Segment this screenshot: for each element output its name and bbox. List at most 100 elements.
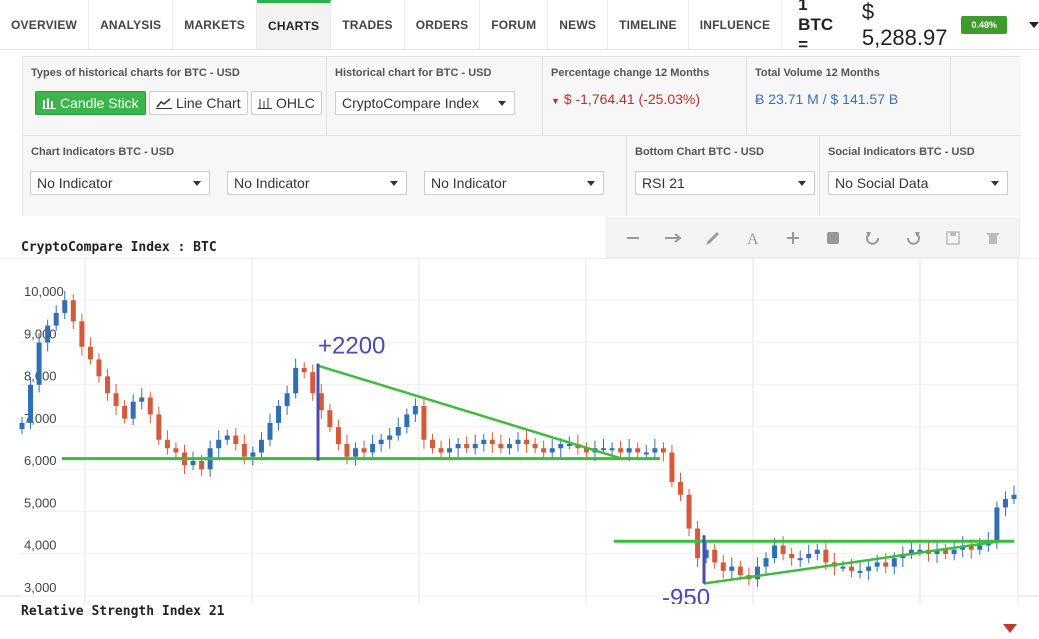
candle-body — [772, 545, 778, 559]
tab-charts[interactable]: CHARTS — [256, 0, 332, 49]
candle-body — [686, 494, 692, 529]
candle-body — [62, 300, 68, 313]
candle-body — [353, 448, 359, 457]
candle-body — [737, 566, 743, 576]
historical-chart-value: CryptoCompare Index — [342, 95, 479, 111]
candle-body — [199, 460, 205, 470]
social-indicators-title: Social Indicators BTC - USD — [828, 146, 975, 158]
candle-body — [866, 566, 872, 571]
y-tick-label: 3,000 — [24, 580, 57, 595]
candle-body — [224, 435, 230, 440]
tab-forum[interactable]: FORUM — [480, 0, 549, 49]
candle-body — [301, 367, 307, 373]
trash-icon[interactable] — [982, 227, 1004, 249]
candle-body — [156, 414, 162, 440]
pencil-icon[interactable] — [702, 227, 724, 249]
ohlc-button[interactable]: OHLC — [251, 91, 322, 115]
tab-overview[interactable]: OVERVIEW — [0, 0, 90, 49]
undo-icon[interactable] — [862, 227, 884, 249]
total-volume-title: Total Volume 12 Months — [755, 67, 880, 79]
chevron-down-icon — [991, 181, 999, 186]
percentage-change-value: ▼ $ -1,764.41 (-25.03%) — [551, 91, 700, 107]
tab-timeline[interactable]: TIMELINE — [608, 0, 689, 49]
collapse-icon[interactable] — [1003, 624, 1017, 633]
candle-body — [464, 444, 470, 449]
tab-news[interactable]: NEWS — [548, 0, 609, 49]
candle-body — [797, 558, 803, 561]
price-chart[interactable]: 10,0009,0008,0007,0006,0005,0004,0003,00… — [0, 258, 1039, 604]
ticker-label: 1 BTC = — [798, 0, 834, 54]
y-tick-label: 4,000 — [24, 538, 57, 553]
candle-body — [814, 549, 820, 554]
candle-body — [113, 393, 119, 406]
candle-body — [789, 553, 795, 559]
text-icon[interactable]: A — [742, 227, 764, 249]
indicator-select-3[interactable]: No Indicator — [424, 171, 604, 195]
y-tick-label: 10,000 — [24, 284, 64, 299]
tab-orders[interactable]: ORDERS — [405, 0, 481, 49]
total-volume-cell: Total Volume 12 Months Ƀ 23.71 M / $ 141… — [747, 57, 951, 136]
price-ticker: 1 BTC = $ 5,288.97 0.48% — [798, 0, 1039, 54]
candle-body — [293, 367, 299, 394]
candle-body — [515, 439, 521, 444]
svg-text:A: A — [747, 231, 759, 246]
empty-cell — [951, 57, 1021, 136]
candle-body — [806, 553, 812, 559]
historical-chart-select[interactable]: CryptoCompare Index — [335, 91, 515, 115]
chevron-down-icon — [390, 181, 398, 186]
line-chart-icon — [156, 98, 172, 109]
candle-body — [361, 448, 367, 453]
candle-body — [643, 452, 649, 455]
candle-body — [387, 435, 393, 440]
candle-body — [53, 312, 59, 326]
chevron-down-icon — [498, 101, 506, 106]
candle-body — [626, 448, 632, 453]
candle-body — [147, 397, 153, 415]
candle-body — [241, 444, 247, 457]
redo-icon[interactable] — [902, 227, 924, 249]
arrow-right-icon[interactable] — [662, 227, 684, 249]
tab-markets[interactable]: MARKETS — [173, 0, 257, 49]
tab-influence[interactable]: INFLUENCE — [689, 0, 783, 49]
candle-body — [19, 422, 25, 430]
ohlc-label: OHLC — [276, 95, 315, 111]
social-indicators-value: No Social Data — [835, 175, 929, 191]
candle-body — [190, 460, 196, 466]
candle-body — [729, 566, 735, 571]
candle-body — [618, 448, 624, 453]
bottom-chart-cell: Bottom Chart BTC - USD RSI 21 — [627, 136, 820, 216]
candle-body — [447, 448, 453, 453]
line-chart-button[interactable]: Line Chart — [149, 91, 248, 115]
social-indicators-cell: Social Indicators BTC - USD No Social Da… — [820, 136, 1021, 216]
annotation-down: -950 — [662, 585, 710, 604]
bottom-chart-select[interactable]: RSI 21 — [635, 171, 815, 195]
percentage-change-title: Percentage change 12 Months — [551, 67, 710, 79]
social-indicators-select[interactable]: No Social Data — [828, 171, 1008, 195]
candle-body — [216, 439, 222, 449]
bottom-chart-title: Bottom Chart BTC - USD — [635, 146, 764, 158]
candle-body — [79, 321, 85, 347]
chart-grid — [0, 258, 1039, 604]
candle-stick-button[interactable]: Candle Stick — [35, 91, 146, 115]
minus-icon[interactable] — [622, 227, 644, 249]
indicator-select-1[interactable]: No Indicator — [30, 171, 210, 195]
chevron-down-icon[interactable] — [1029, 21, 1039, 28]
chevron-down-icon — [587, 181, 595, 186]
candle-body — [472, 444, 478, 449]
tab-trades[interactable]: TRADES — [331, 0, 405, 49]
candle-body — [327, 410, 333, 428]
rectangle-icon[interactable] — [822, 227, 844, 249]
tab-analysis[interactable]: ANALYSIS — [89, 0, 174, 49]
chart-options-panel: Types of historical charts for BTC - USD… — [22, 56, 1021, 216]
candle-body — [532, 444, 538, 449]
candle-stick-label: Candle Stick — [60, 95, 139, 111]
candle-body — [164, 439, 170, 449]
indicator-select-2[interactable]: No Indicator — [227, 171, 407, 195]
save-icon[interactable] — [942, 227, 964, 249]
ticker-change-badge: 0.48% — [961, 15, 1007, 34]
candle-body — [891, 558, 897, 567]
candle-body — [1002, 498, 1008, 508]
candle-body — [652, 448, 658, 453]
plus-icon[interactable] — [782, 227, 804, 249]
candle-body — [874, 562, 880, 567]
